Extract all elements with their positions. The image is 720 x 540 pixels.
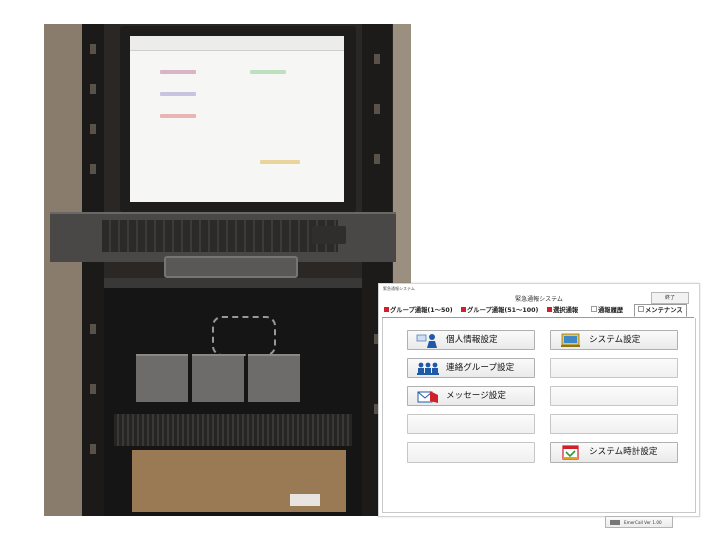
- device-unit: [248, 354, 300, 402]
- rack-mesh-panel: [114, 414, 352, 446]
- tab-bar: グループ通報(1～50) グループ通報(51～100) 選択通報 通報履歴 メン…: [382, 304, 696, 317]
- trackpad: [312, 226, 346, 244]
- screen-item: [160, 70, 196, 74]
- tab-red-mark-icon: [461, 307, 466, 312]
- tab-label: メンテナンス: [645, 307, 683, 314]
- wall-left: [44, 24, 82, 516]
- rack-hole: [90, 384, 96, 394]
- exit-button[interactable]: 終了: [651, 292, 689, 304]
- contact-group-settings-button[interactable]: 連絡グループ設定: [407, 358, 535, 378]
- device-unit: [136, 354, 188, 402]
- tab-select-call[interactable]: 選択通報: [547, 305, 578, 316]
- device-unit: [192, 354, 244, 402]
- rack-hole: [90, 84, 96, 94]
- tab-group-call-1-50[interactable]: グループ通報(1～50): [384, 305, 453, 316]
- button-label: 個人情報設定: [446, 335, 498, 345]
- tray-handle: [164, 256, 298, 278]
- tab-label: グループ通報(1～50): [390, 307, 453, 314]
- rack-label-tag: [290, 494, 320, 506]
- rack-hole: [90, 44, 96, 54]
- empty-slot-button[interactable]: [550, 386, 678, 406]
- tab-label: グループ通報(51～100): [467, 307, 539, 314]
- tab-red-mark-icon: [547, 307, 552, 312]
- tab-group-call-51-100[interactable]: グループ通報(51～100): [461, 305, 538, 316]
- people-group-icon: [416, 361, 440, 376]
- window-title: 緊急通報システム: [383, 286, 415, 291]
- empty-slot-button[interactable]: [407, 414, 535, 434]
- button-label: 連絡グループ設定: [446, 363, 515, 373]
- version-label: EmerCall Ver 1.00: [624, 520, 662, 525]
- screen-title-bar: [130, 36, 344, 51]
- rack-hole: [90, 324, 96, 334]
- button-label: システム時計設定: [589, 447, 658, 457]
- screen-item: [260, 160, 300, 164]
- rack-post-left: [82, 24, 104, 516]
- rack-shelf: [104, 278, 362, 288]
- personal-info-settings-button[interactable]: 個人情報設定: [407, 330, 535, 350]
- tab-gray-mark-icon: [638, 306, 644, 312]
- empty-slot-button[interactable]: [550, 414, 678, 434]
- message-settings-button[interactable]: メッセージ設定: [407, 386, 535, 406]
- person-card-icon: [416, 333, 440, 348]
- laptop-screen: [130, 36, 344, 202]
- tab-maintenance[interactable]: メンテナンス: [634, 304, 687, 317]
- rack-hole: [90, 164, 96, 174]
- tab-label: 通報履歴: [598, 307, 624, 314]
- server-rack-photo: [44, 24, 411, 516]
- envelope-icon: [416, 389, 440, 404]
- emergency-call-app-window: 緊急通報システム 緊急通報システム 終了 グループ通報(1～50) グループ通報…: [378, 283, 700, 528]
- rack-hole: [90, 124, 96, 134]
- system-settings-button[interactable]: システム設定: [550, 330, 678, 350]
- cables: [212, 316, 276, 356]
- screen-item: [250, 70, 286, 74]
- button-label: システム設定: [589, 335, 641, 345]
- rack-hole: [90, 444, 96, 454]
- empty-slot-button[interactable]: [407, 442, 535, 463]
- tab-call-history[interactable]: 通報履歴: [591, 305, 623, 316]
- calendar-clock-icon: [559, 445, 583, 460]
- rack-hole: [374, 54, 380, 64]
- rack-hole: [374, 154, 380, 164]
- rack-hole: [374, 104, 380, 114]
- screen-item: [160, 114, 196, 118]
- empty-slot-button[interactable]: [550, 358, 678, 378]
- button-label: メッセージ設定: [446, 391, 506, 401]
- screen-item: [160, 92, 196, 96]
- computer-settings-icon: [559, 333, 583, 348]
- tab-label: 選択通報: [553, 307, 579, 314]
- tab-red-mark-icon: [384, 307, 389, 312]
- computer-icon: [610, 520, 620, 525]
- system-clock-settings-button[interactable]: システム時計設定: [550, 442, 678, 463]
- maintenance-panel: 個人情報設定 連絡グループ設定 メッセージ設定 システム設定 システム時計設定 …: [382, 318, 696, 528]
- version-button[interactable]: EmerCall Ver 1.00: [605, 516, 673, 528]
- tab-gray-mark-icon: [591, 306, 597, 312]
- keyboard: [102, 220, 338, 252]
